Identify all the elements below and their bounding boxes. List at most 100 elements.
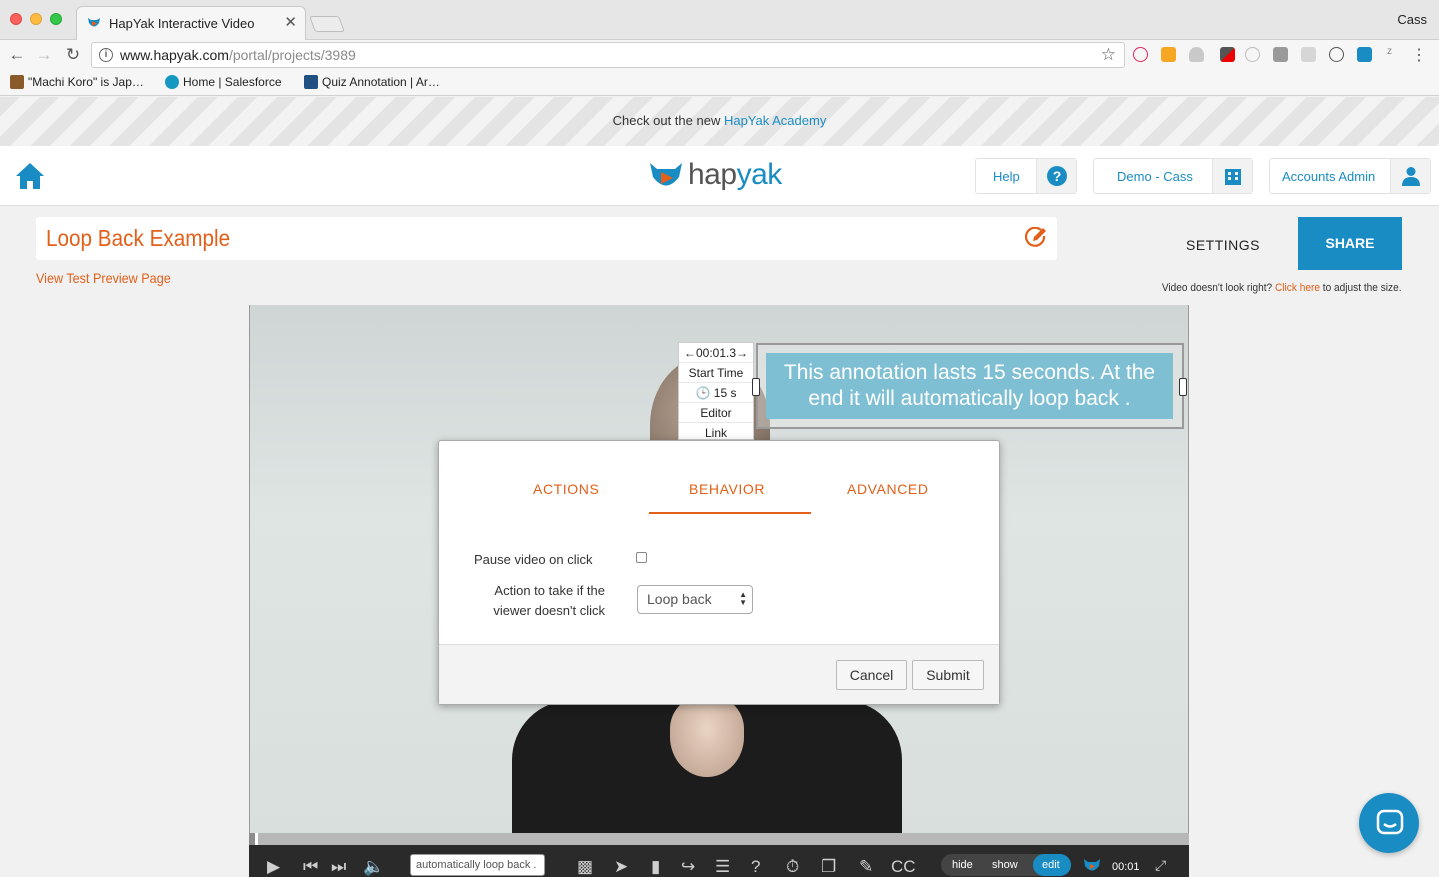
- project-title-box[interactable]: Loop Back Example: [36, 217, 1057, 260]
- draw-pencil-icon[interactable]: ✎: [859, 857, 873, 877]
- extension-info-icon[interactable]: [1329, 47, 1344, 62]
- progress-scrubber[interactable]: [255, 833, 258, 845]
- banner-message: Check out the new: [612, 113, 724, 128]
- annotation-timecode[interactable]: ←00:01.3→: [679, 343, 753, 363]
- tab-advanced[interactable]: ADVANCED: [847, 481, 929, 497]
- extension-camera-icon[interactable]: [1301, 47, 1316, 62]
- clock-icon: 🕒: [695, 386, 711, 400]
- submit-button[interactable]: Submit: [912, 660, 984, 690]
- maximize-window-button[interactable]: [50, 13, 62, 25]
- annotation-duration-value: 15 s: [713, 386, 737, 400]
- bookmark-label: "Machi Koro" is Jap…: [28, 75, 144, 89]
- annotation-right-handle[interactable]: [1179, 378, 1187, 396]
- extension-cloud-icon[interactable]: [1189, 47, 1204, 62]
- no-click-action-select[interactable]: Loop back ▲ ▼: [637, 585, 753, 614]
- forward-arrow-icon[interactable]: →: [33, 44, 55, 66]
- bookmark-item[interactable]: "Machi Koro" is Jap…: [10, 75, 144, 89]
- pause-video-label: Pause video on click: [474, 552, 593, 567]
- extension-square-icon[interactable]: [1273, 47, 1288, 62]
- bookmark-icon[interactable]: ▮: [651, 857, 660, 877]
- show-toggle[interactable]: show: [992, 859, 1018, 871]
- minimize-window-button[interactable]: [30, 13, 42, 25]
- home-icon[interactable]: [14, 161, 46, 191]
- extension-h-icon[interactable]: [1133, 47, 1148, 62]
- address-bar[interactable]: i www.hapyak.com/portal/projects/3989 ☆: [91, 42, 1125, 68]
- extension-orange-icon[interactable]: [1161, 47, 1176, 62]
- settings-tab[interactable]: SETTINGS: [1186, 237, 1260, 253]
- video-person-hands: [670, 697, 744, 777]
- close-window-button[interactable]: [10, 13, 22, 25]
- adjust-note-suffix: to adjust the size.: [1320, 282, 1402, 294]
- annotation-text-box[interactable]: This annotation lasts 15 seconds. At the…: [766, 353, 1173, 419]
- banner-text: Check out the new HapYak Academy: [0, 113, 1439, 128]
- closed-captions-icon[interactable]: CC: [891, 857, 916, 877]
- timer-icon[interactable]: ⏱: [786, 857, 799, 877]
- reload-icon[interactable]: ↻: [62, 44, 84, 66]
- back-arrow-icon[interactable]: ←: [6, 44, 28, 66]
- share-arrow-icon[interactable]: ↪: [681, 857, 695, 877]
- volume-icon[interactable]: 🔈: [363, 857, 384, 877]
- new-tab-button[interactable]: [309, 16, 345, 32]
- extension-eyedropper-icon[interactable]: [1220, 47, 1235, 62]
- user-icon: [1402, 167, 1420, 186]
- hide-toggle[interactable]: hide: [952, 859, 973, 871]
- layers-icon[interactable]: ❐: [821, 857, 836, 877]
- annotation-settings-dialog: ACTIONS BEHAVIOR ADVANCED Pause video on…: [438, 440, 1000, 705]
- help-button[interactable]: Help ?: [975, 158, 1077, 194]
- project-title[interactable]: Loop Back Example: [46, 225, 230, 252]
- extension-arrow-icon[interactable]: [1357, 47, 1372, 62]
- annotation-menu: ←00:01.3→ Start Time 🕒 15 s Editor Link: [678, 342, 754, 440]
- hapyak-favicon-icon: [88, 18, 100, 27]
- tab-actions[interactable]: ACTIONS: [533, 481, 599, 497]
- account-switcher-button[interactable]: Demo - Cass: [1093, 158, 1253, 194]
- edit-toggle[interactable]: edit: [1033, 854, 1071, 876]
- help-icon-box: ?: [1036, 159, 1076, 193]
- annotation-start-time[interactable]: Start Time: [679, 363, 753, 383]
- hapyak-logo[interactable]: hapyak: [648, 158, 798, 194]
- list-icon[interactable]: ☰: [715, 857, 730, 877]
- fullscreen-icon[interactable]: ⤢: [1155, 857, 1166, 874]
- edit-toggle-label: edit: [1042, 859, 1060, 871]
- hapyak-player-logo-icon[interactable]: [1083, 858, 1101, 874]
- bookmark-item[interactable]: Home | Salesforce: [165, 75, 282, 89]
- video-progress-bar[interactable]: [249, 833, 1189, 845]
- browser-tab[interactable]: HapYak Interactive Video ✕: [76, 6, 306, 40]
- extension-shield-icon[interactable]: [1245, 47, 1260, 62]
- annotation-left-handle[interactable]: [752, 378, 760, 396]
- annotation-editor[interactable]: Editor: [679, 403, 753, 423]
- pointer-icon[interactable]: ➤: [614, 857, 628, 877]
- bookmark-item[interactable]: Quiz Annotation | Ar…: [304, 75, 440, 89]
- tab-close-icon[interactable]: ✕: [284, 13, 297, 31]
- cancel-button[interactable]: Cancel: [836, 660, 907, 690]
- edit-pencil-icon[interactable]: [1025, 227, 1047, 249]
- image-annotation-icon[interactable]: ▩: [577, 857, 593, 877]
- site-info-icon[interactable]: i: [99, 48, 113, 62]
- user-icon-box: [1390, 159, 1430, 193]
- extension-z-icon[interactable]: z: [1387, 46, 1402, 61]
- account-label: Demo - Cass: [1117, 169, 1193, 184]
- player-controls: ▶ ⏮ ⏭ 🔈 automatically loop back . ▩ ➤ ▮ …: [249, 845, 1189, 877]
- url-text[interactable]: www.hapyak.com/portal/projects/3989: [120, 47, 356, 63]
- url-host: www.hapyak.com: [120, 47, 229, 63]
- annotation-duration[interactable]: 🕒 15 s: [679, 383, 753, 403]
- hapyak-academy-link[interactable]: HapYak Academy: [724, 113, 826, 128]
- view-test-preview-link[interactable]: View Test Preview Page: [36, 270, 171, 286]
- browser-menu-icon[interactable]: ⋮: [1411, 45, 1427, 65]
- announcement-banner: Check out the new HapYak Academy: [0, 97, 1439, 146]
- chat-support-button[interactable]: [1359, 793, 1419, 853]
- pause-video-checkbox[interactable]: [636, 552, 647, 563]
- previous-icon[interactable]: ⏮: [303, 857, 318, 877]
- adjust-size-link[interactable]: Click here: [1275, 282, 1320, 294]
- bookmark-label: Quiz Annotation | Ar…: [322, 75, 440, 89]
- profile-name[interactable]: Cass: [1397, 12, 1427, 27]
- logo-text-prefix: hap: [688, 158, 737, 191]
- accounts-admin-button[interactable]: Accounts Admin: [1269, 158, 1431, 194]
- tab-behavior[interactable]: BEHAVIOR: [689, 481, 765, 497]
- bookmark-star-icon[interactable]: ☆: [1101, 45, 1116, 65]
- atlassian-icon: [304, 75, 318, 89]
- play-icon[interactable]: ▶: [267, 857, 280, 877]
- quiz-question-icon[interactable]: ?: [751, 857, 760, 877]
- share-button[interactable]: SHARE: [1298, 217, 1402, 270]
- next-icon[interactable]: ⏭: [331, 857, 346, 877]
- annotation-text-field[interactable]: automatically loop back .: [410, 854, 545, 876]
